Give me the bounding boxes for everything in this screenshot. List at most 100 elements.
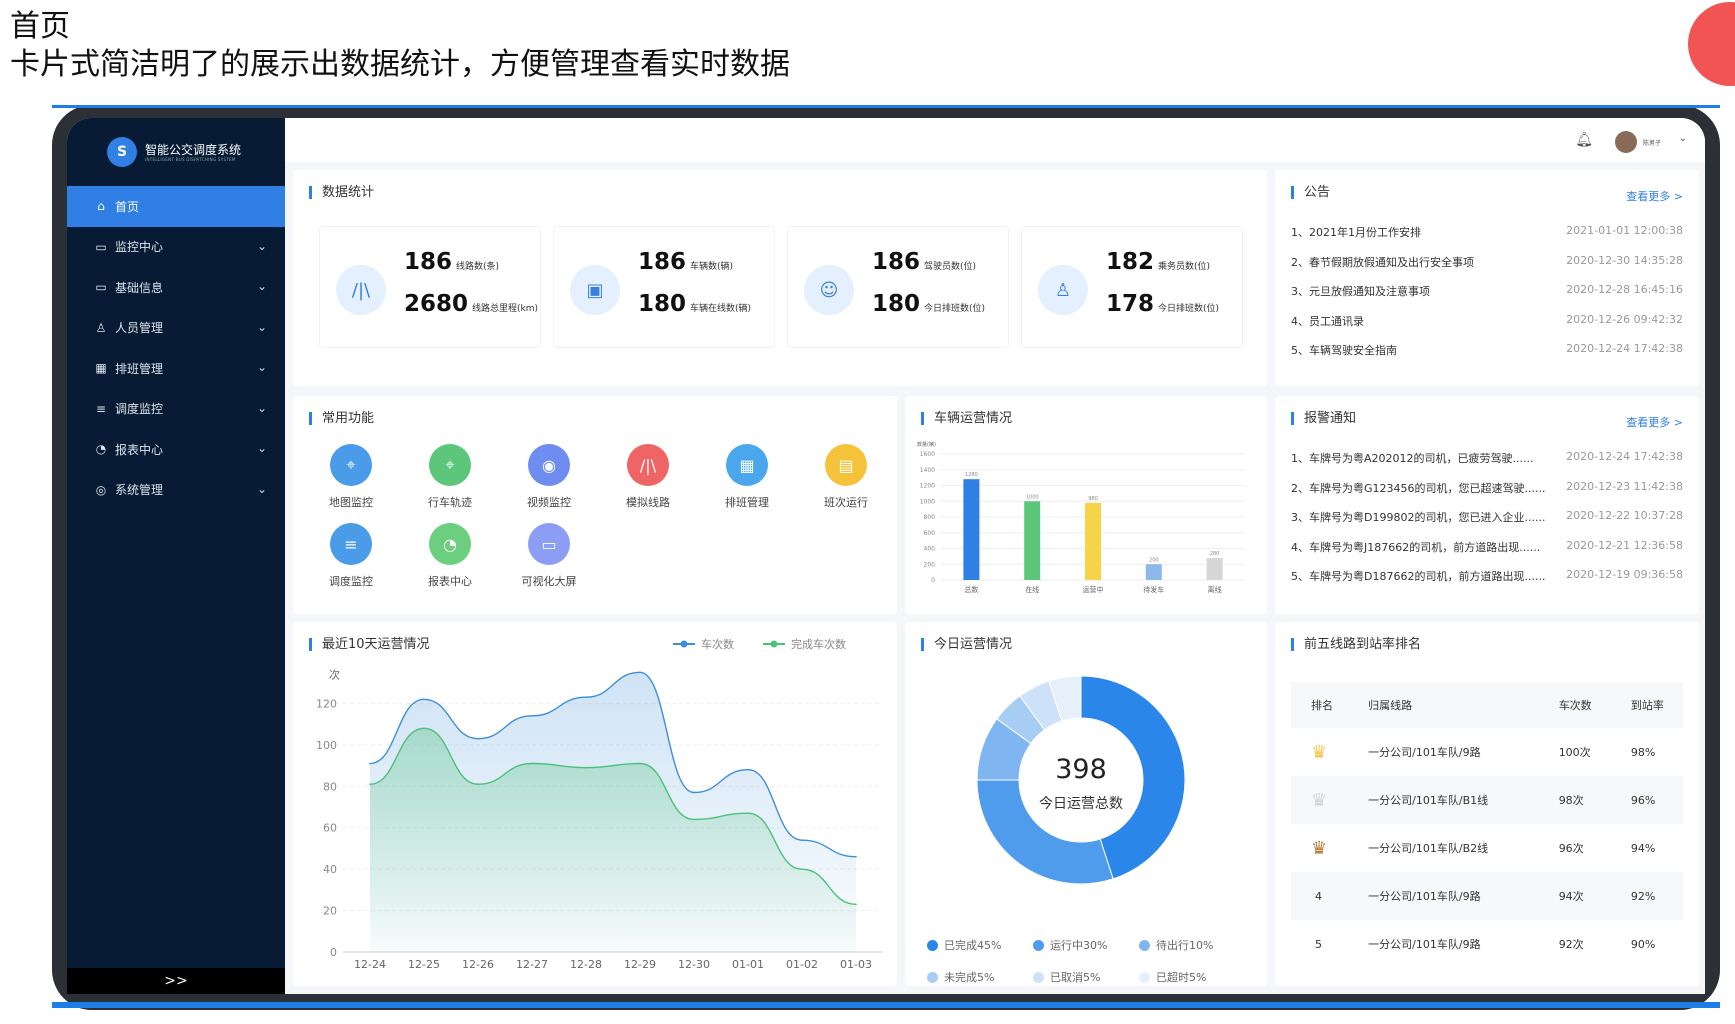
list-item[interactable]: 5、车辆驾驶安全指南 2020-12-24 17:42:38 [1291, 342, 1683, 358]
bell-icon[interactable]: 🔔︎ [1575, 132, 1593, 148]
user-name[interactable]: 陈男子 [1643, 138, 1661, 147]
function-map[interactable]: ⌖ 地图监控 [311, 444, 391, 510]
table-row[interactable]: 5 一分公司/101车队/9路 92次 90% [1291, 920, 1683, 968]
list-item[interactable]: 5、车牌号为粤D187662的司机，前方道路出现...... 2020-12-19… [1291, 568, 1683, 584]
sidebar-item-0[interactable]: ⌂ 首页 [67, 186, 285, 227]
donut-center-value: 398 [1055, 754, 1107, 785]
stat-top: 182 乘务员数(位) [1106, 249, 1210, 275]
table-row[interactable]: ♛ 一分公司/101车队/B1线 98次 96% [1291, 776, 1683, 824]
list-item[interactable]: 1、2021年1月份工作安排 2021-01-01 12:00:38 [1291, 224, 1683, 240]
list-item[interactable]: 4、员工通讯录 2020-12-26 09:42:32 [1291, 313, 1683, 329]
ranking-header: 车次数 [1558, 699, 1592, 712]
function-clipboard[interactable]: ▤ 班次运行 [806, 444, 886, 510]
stat-bottom: 178 今日排班数(位) [1106, 291, 1219, 317]
line-cell: 一分公司/101车队/9路 [1368, 938, 1481, 951]
function-label: 调度监控 [329, 575, 373, 588]
trend-legend-dot [680, 640, 688, 648]
bar-x-tick: 离线 [1208, 585, 1222, 594]
stats-title: 数据统计 [309, 186, 374, 199]
stat-card: ☺ 186 驾驶员数(位) 180 今日排班数(位) [787, 226, 1009, 348]
line-cell: 一分公司/101车队/B1线 [1368, 794, 1489, 807]
functions-title: 常用功能 [309, 412, 374, 425]
sidebar-item-label: 首页 [115, 199, 140, 214]
sidebar-item-2[interactable]: ▭ 基础信息 ⌄ [67, 267, 285, 308]
table-row[interactable]: 4 一分公司/101车队/9路 94次 92% [1291, 872, 1683, 920]
stat-value: 186 [872, 249, 921, 275]
collapse-sidebar-button[interactable]: >> [67, 968, 285, 994]
function-track[interactable]: ⌖ 行车轨迹 [410, 444, 490, 510]
trend-x-tick: 12-25 [408, 958, 440, 971]
crown-icon: ♛ [1311, 837, 1328, 859]
list-item-text: 3、元旦放假通知及注意事项 [1291, 285, 1430, 298]
app-logo[interactable]: S 智能公交调度系统 INTELLIGENT BUS DISPATCHING S… [67, 118, 285, 186]
list-item-time: 2020-12-23 11:42:38 [1566, 479, 1683, 493]
line-cell: 一分公司/101车队/9路 [1368, 890, 1481, 903]
sidebar-item-label: 基础信息 [115, 280, 164, 295]
donut-legend-item: 运行中30% [1033, 937, 1107, 953]
legend-dot [1139, 939, 1150, 951]
legend-label: 已完成45% [944, 939, 1002, 952]
trend-x-tick: 12-30 [678, 958, 710, 971]
trend-point [477, 783, 479, 786]
bar-x-tick: 在线 [1025, 585, 1039, 594]
bar-mark [1206, 557, 1223, 580]
stat-label: 今日排班数(位) [924, 304, 986, 314]
function-screen[interactable]: ▭ 可视化大屏 [509, 523, 589, 589]
sidebar-item-7[interactable]: ◎ 系统管理 ⌄ [67, 470, 285, 511]
stat-card: ♙ 182 乘务员数(位) 178 今日排班数(位) [1021, 226, 1243, 348]
sidebar-item-3[interactable]: ♙ 人员管理 ⌄ [67, 308, 285, 349]
bar-data-label: 200 [1149, 557, 1159, 563]
stat-card: ▣ 186 车辆数(辆) 180 车辆在线数(辆) [553, 226, 775, 348]
stat-label: 车辆在线数(辆) [690, 304, 752, 314]
trend-point [801, 868, 803, 870]
trend-x-tick: 01-03 [840, 958, 872, 971]
rank-cell: ♛ [1291, 728, 1348, 776]
schedule-icon: ▦ [726, 444, 768, 486]
trend-y-axis-label: 次 [329, 668, 340, 682]
notice-more-link[interactable]: 查看更多 > [1626, 188, 1683, 204]
function-dispatch[interactable]: ≡ 调度监控 [311, 523, 391, 589]
trend-point [369, 762, 371, 765]
list-item-time: 2020-12-30 14:35:28 [1566, 253, 1683, 267]
list-item-text: 5、车辆驾驶安全指南 [1291, 344, 1397, 357]
bar-y-tick: 1400 [920, 467, 935, 474]
functions-card: 常用功能 ⌖ 地图监控 ⌖ 行车轨迹 ◉ 视频监控 /|\ 模拟线路 ▦ 排班管理 ▤ 班次运行 ≡ 调度… [293, 396, 897, 614]
function-road[interactable]: /|\ 模拟线路 [608, 444, 688, 510]
list-item[interactable]: 1、车牌号为粤A202012的司机，已疲劳驾驶...... 2020-12-24 … [1291, 450, 1683, 466]
sidebar-item-1[interactable]: ▭ 监控中心 ⌄ [67, 227, 285, 268]
list-item[interactable]: 2、春节假期放假通知及出行安全事项 2020-12-30 14:35:28 [1291, 254, 1683, 270]
chevron-down-icon[interactable]: ⌄ [1679, 133, 1687, 144]
function-camera[interactable]: ◉ 视频监控 [509, 444, 589, 510]
sidebar-item-4[interactable]: ▦ 排班管理 ⌄ [67, 348, 285, 389]
list-item[interactable]: 2、车牌号为粤G123456的司机，您已超速驾驶...... 2020-12-23… [1291, 480, 1683, 496]
table-row[interactable]: ♛ 一分公司/101车队/9路 100次 98% [1291, 728, 1683, 776]
trend-point [423, 727, 425, 730]
list-item-time: 2020-12-28 16:45:16 [1566, 283, 1683, 296]
alarm-more-link[interactable]: 查看更多 > [1626, 414, 1683, 430]
avatar[interactable] [1615, 131, 1637, 153]
bar-x-tick: 总数 [964, 585, 978, 594]
stat-label: 车辆数(辆) [690, 262, 734, 272]
function-label: 地图监控 [329, 496, 373, 509]
function-schedule[interactable]: ▦ 排班管理 [707, 444, 787, 510]
bar-mark [1145, 564, 1162, 580]
table-row[interactable]: ♛ 一分公司/101车队/B2线 96次 94% [1291, 824, 1683, 872]
list-item[interactable]: 3、元旦放假通知及注意事项 2020-12-28 16:45:16 [1291, 283, 1683, 299]
stat-value: 182 [1106, 249, 1155, 275]
bar-x-tick: 待发车 [1143, 585, 1164, 594]
list-item[interactable]: 3、车牌号为粤D199802的司机，您已进入企业...... 2020-12-22… [1291, 509, 1683, 525]
stat-label: 线路数(条) [456, 262, 500, 272]
camera-icon: ◉ [528, 444, 570, 486]
legend-dot [1033, 939, 1044, 951]
list-item[interactable]: 4、车牌号为粤J187662的司机，前方道路出现...... 2020-12-21… [1291, 539, 1683, 555]
sidebar-item-6[interactable]: ◔ 报表中心 ⌄ [67, 429, 285, 470]
function-report[interactable]: ◔ 报表中心 [410, 523, 490, 589]
trend-x-tick: 01-02 [786, 958, 818, 971]
bar-data-label: 1000 [1026, 494, 1039, 500]
vehicle-chart-card: 车辆运营情况 数量(辆) 0 200 400 600 800 1000 1200 1400 160… [905, 396, 1267, 614]
today-donut-chart: 398 今日运营总数 [976, 675, 1186, 885]
list-item-time: 2020-12-26 09:42:32 [1566, 312, 1683, 326]
chevron-down-icon: ⌄ [256, 238, 267, 253]
trend-point [639, 671, 641, 674]
sidebar-item-5[interactable]: ≡ 调度监控 ⌄ [67, 389, 285, 430]
